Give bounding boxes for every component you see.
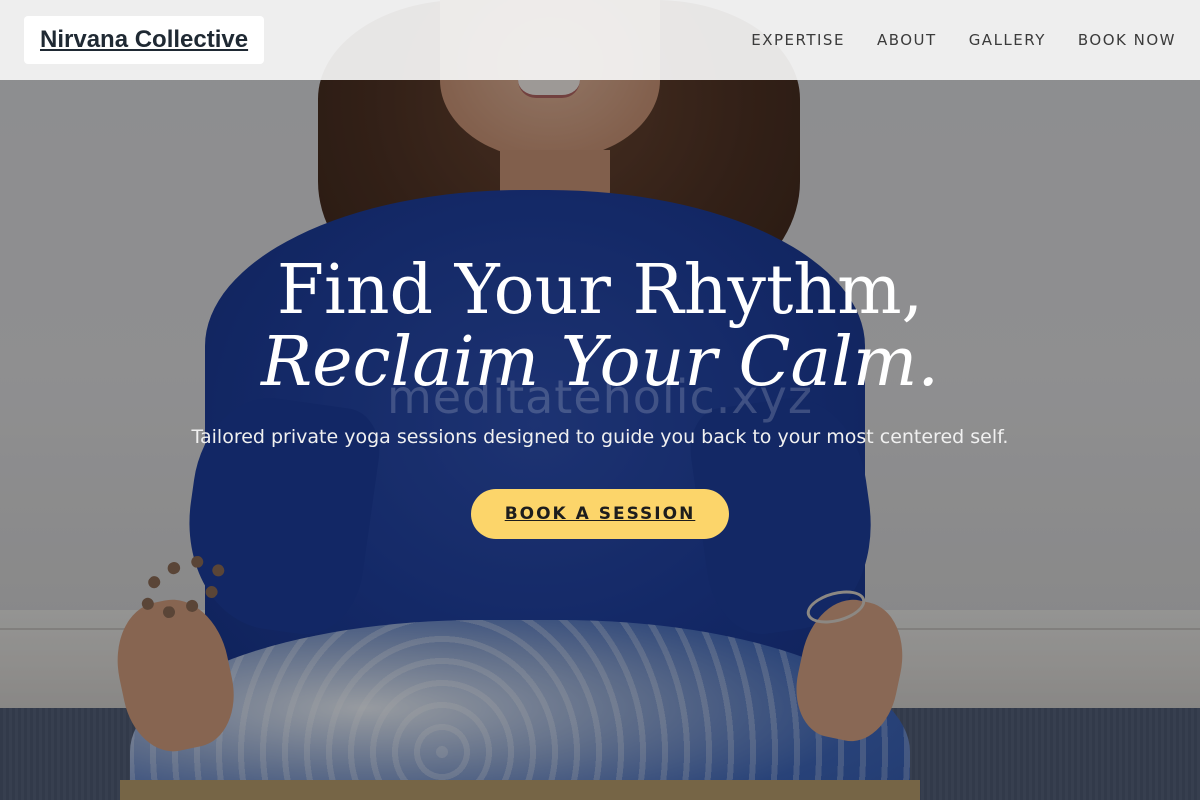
brand-logo[interactable]: Nirvana Collective [24,16,265,64]
hero-subtitle: Tailored private yoga sessions designed … [191,426,1009,448]
hero-headline: Find Your Rhythm, Reclaim Your Calm. [0,255,1200,399]
nav-item-expertise[interactable]: EXPERTISE [751,31,845,49]
book-session-button[interactable]: BOOK A SESSION [470,489,730,539]
hero-content: Find Your Rhythm, Reclaim Your Calm. Tai… [0,255,1200,539]
headline-line-2: Reclaim Your Calm. [261,323,939,402]
nav-item-about[interactable]: ABOUT [877,31,937,49]
headline-line-1: Find Your Rhythm, [276,251,924,330]
nav-item-book-now[interactable]: BOOK NOW [1078,31,1176,49]
hero-section: meditateholic.xyz Find Your Rhythm, Recl… [0,0,1200,800]
nav-item-gallery[interactable]: GALLERY [969,31,1046,49]
site-header: Nirvana Collective EXPERTISE ABOUT GALLE… [0,0,1200,80]
main-nav: EXPERTISE ABOUT GALLERY BOOK NOW [751,31,1176,49]
